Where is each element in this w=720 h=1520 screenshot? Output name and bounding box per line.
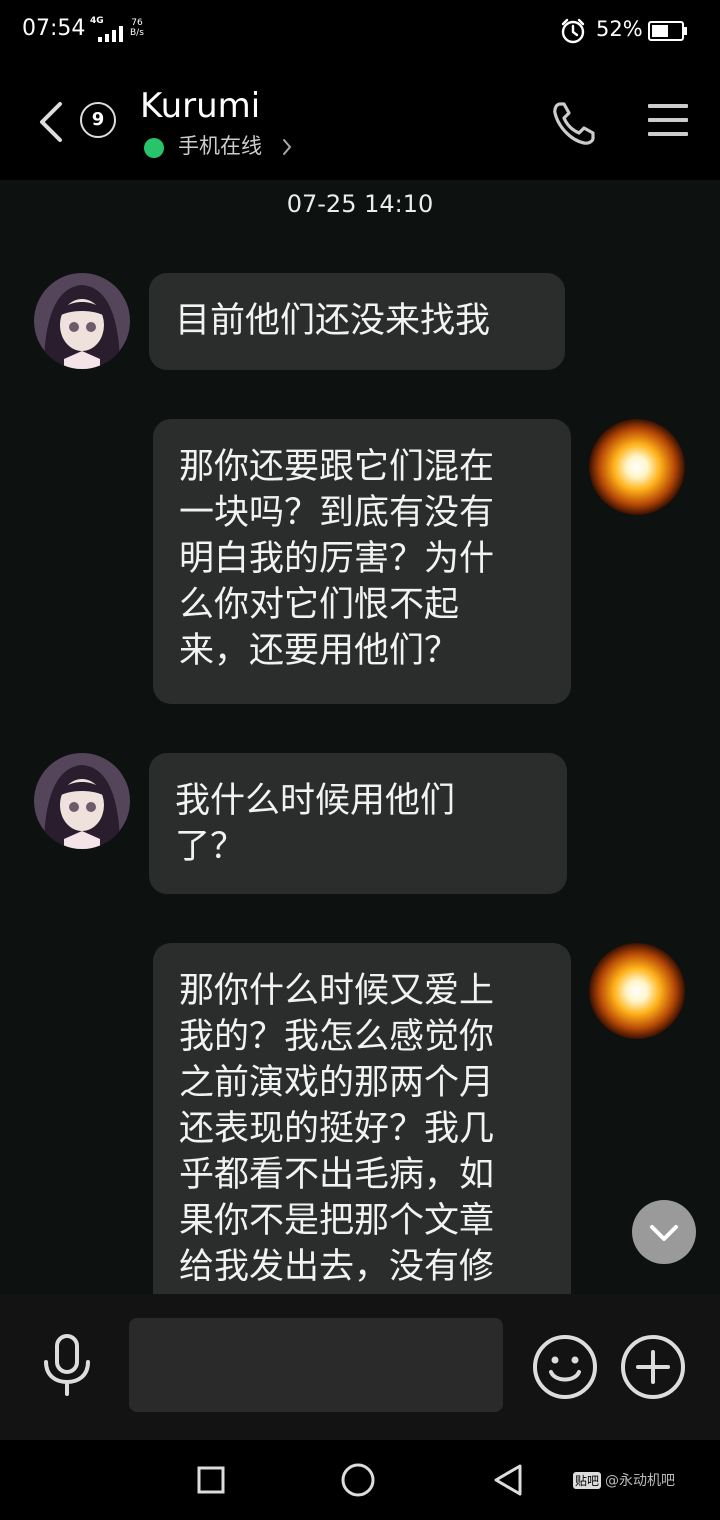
net-speed-unit: B/s bbox=[130, 28, 144, 38]
watermark-text: @永动机吧 bbox=[605, 1473, 676, 1489]
nav-back-icon[interactable] bbox=[490, 1462, 526, 1498]
plus-icon[interactable] bbox=[620, 1334, 686, 1400]
home-icon[interactable] bbox=[340, 1462, 376, 1498]
scroll-to-bottom-button[interactable] bbox=[632, 1200, 696, 1264]
self-avatar[interactable] bbox=[589, 419, 685, 515]
chevron-right-icon[interactable] bbox=[282, 138, 292, 156]
network-type: 4G bbox=[90, 16, 104, 26]
chat-header: 9 Kurumi 手机在线 bbox=[0, 64, 720, 180]
system-nav-bar: 贴吧 @永动机吧 bbox=[0, 1440, 720, 1520]
status-bar: 07:54 4G 76 B/s 52% bbox=[0, 0, 720, 64]
battery-icon bbox=[648, 21, 687, 41]
recent-apps-icon[interactable] bbox=[196, 1465, 226, 1495]
microphone-icon[interactable] bbox=[38, 1334, 96, 1396]
contact-avatar[interactable] bbox=[34, 273, 130, 369]
contact-name[interactable]: Kurumi bbox=[140, 86, 260, 126]
online-status-text[interactable]: 手机在线 bbox=[178, 130, 262, 160]
message-timestamp: 07-25 14:10 bbox=[286, 190, 434, 218]
input-bar bbox=[0, 1294, 720, 1440]
net-speed-value: 76 bbox=[131, 18, 143, 28]
back-icon[interactable] bbox=[36, 100, 66, 144]
menu-icon[interactable] bbox=[646, 100, 690, 140]
signal-icon bbox=[98, 26, 123, 42]
battery-percent: 52% bbox=[596, 17, 643, 41]
unread-count-badge[interactable]: 9 bbox=[80, 102, 116, 138]
online-status-dot bbox=[144, 138, 164, 158]
watermark-logo: 贴吧 bbox=[573, 1472, 602, 1489]
outgoing-message-bubble[interactable]: 那你还要跟它们混在 一块吗？到底有没有 明白我的厉害？为什 么你对它们恨不起 来… bbox=[153, 419, 571, 704]
message-list[interactable]: 07-25 14:10 目前他们还没来找我 那你还要跟它们混在 一块吗？到底有没… bbox=[0, 180, 720, 1294]
outgoing-message-bubble[interactable]: 那你什么时候又爱上 我的？我怎么感觉你 之前演戏的那两个月 还表现的挺好？我几 … bbox=[153, 943, 571, 1294]
incoming-message-bubble[interactable]: 目前他们还没来找我 bbox=[149, 273, 565, 370]
message-input[interactable] bbox=[129, 1318, 503, 1412]
net-speed: 76 B/s bbox=[130, 18, 144, 38]
contact-avatar[interactable] bbox=[34, 753, 130, 849]
incoming-message-bubble[interactable]: 我什么时候用他们 了？ bbox=[149, 753, 567, 894]
emoji-icon[interactable] bbox=[532, 1334, 598, 1400]
network-indicator: 4G 76 B/s bbox=[90, 16, 150, 44]
status-time: 07:54 bbox=[22, 16, 86, 41]
self-avatar[interactable] bbox=[589, 943, 685, 1039]
chevron-down-icon bbox=[650, 1225, 678, 1241]
watermark: 贴吧 @永动机吧 bbox=[573, 1470, 675, 1490]
phone-icon[interactable] bbox=[548, 98, 600, 150]
alarm-icon bbox=[561, 18, 585, 44]
